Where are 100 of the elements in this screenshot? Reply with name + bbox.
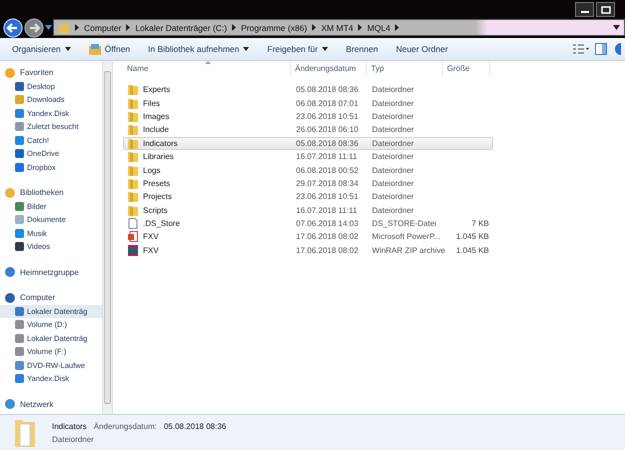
location-icon <box>14 360 25 371</box>
location-icon <box>14 228 25 239</box>
history-caret-icon[interactable] <box>45 25 52 30</box>
maximize-button[interactable] <box>596 2 615 17</box>
file-row[interactable]: Images 23.06.2018 10:51 Dateiordner <box>123 110 493 124</box>
location-icon <box>14 162 25 173</box>
chevron-icon <box>357 24 364 31</box>
folder-icon <box>128 124 138 136</box>
file-row[interactable]: Projects 23.06.2018 10:51 Dateiordner <box>123 190 493 204</box>
modified-date: 29.07.2018 08:34 <box>296 178 358 188</box>
file-name: Scripts <box>143 206 168 215</box>
file-row[interactable]: Indicators 05.08.2018 08:36 Dateiordner <box>123 136 493 150</box>
modified-date: 17.06.2018 08:02 <box>296 246 358 255</box>
file-name: .DS_Store <box>143 219 180 228</box>
file-size: 1.045 KB <box>456 232 489 242</box>
breadcrumb-item[interactable]: MQL4 <box>367 22 390 32</box>
date-label: Änderungsdatum: <box>94 422 157 430</box>
folder-icon <box>128 204 138 216</box>
dropdown-caret-icon[interactable] <box>613 25 620 30</box>
toolbar-button[interactable]: Neuer Ordner <box>390 42 454 56</box>
file-name: Experts <box>143 85 170 94</box>
sidebar-group[interactable]: Favoriten <box>0 66 102 80</box>
file-row[interactable]: FXV 17.06.2018 08:02 WinRAR ZIP archive 1.045 KB <box>123 244 493 258</box>
scrollbar[interactable] <box>102 61 112 414</box>
file-type: DS_STORE-Datei <box>372 219 436 228</box>
folder-icon <box>128 138 138 149</box>
location-icon <box>14 319 25 330</box>
modified-date: 05.08.2018 08:36 <box>296 138 358 148</box>
toolbar-button[interactable]: In Bibliothek aufnehmen <box>142 42 256 56</box>
sidebar-group[interactable]: Heimnetzgruppe <box>0 266 102 279</box>
file-row[interactable]: Scripts 16.07.2018 11:11 Dateiordner <box>123 204 493 217</box>
back-icon[interactable] <box>3 18 23 38</box>
column-header[interactable]: Typ <box>367 61 443 76</box>
sidebar-group[interactable]: Netzwerk <box>0 398 102 411</box>
sidebar-group[interactable]: Computer <box>0 291 102 304</box>
location-icon <box>14 214 25 226</box>
forward-icon[interactable] <box>24 18 44 38</box>
file-icon <box>128 218 138 230</box>
archive-icon <box>128 244 138 256</box>
file-type: Microsoft PowerP... <box>372 232 440 242</box>
modified-date: 06.08.2018 00:52 <box>296 166 358 175</box>
toolbar-button[interactable]: Brennen <box>340 42 384 56</box>
file-name: Indicators <box>143 138 178 148</box>
file-size: 1.045 KB <box>456 246 489 255</box>
folder-icon <box>128 110 138 122</box>
folder-icon <box>128 98 138 109</box>
file-row[interactable]: Presets 29.07.2018 08:34 Dateiordner <box>123 176 493 190</box>
file-type: Dateiordner <box>372 178 414 188</box>
modified-date: 23.06.2018 10:51 <box>296 112 358 121</box>
breadcrumb-item[interactable]: XM MT4 <box>321 22 354 32</box>
minimize-button[interactable] <box>575 2 594 17</box>
column-header[interactable]: Änderungsdatum <box>291 61 367 76</box>
address-bar[interactable]: Computer Lokaler Datenträger (C:) Programme (x86) XM MT4 MQL4 <box>53 19 625 36</box>
file-row[interactable]: Experts 05.08.2018 08:36 Dateiordner <box>123 83 493 96</box>
file-row[interactable]: FXV 17.06.2018 08:02 Microsoft PowerP... 1.045 KB <box>123 230 493 244</box>
preview-pane-icon[interactable] <box>595 43 607 55</box>
toolbar-button[interactable]: Öffnen <box>82 42 136 56</box>
modified-date: 06.08.2018 07:01 <box>296 98 358 108</box>
toolbar-button[interactable]: Organisieren <box>6 42 77 56</box>
location-icon <box>14 80 25 92</box>
view-options-icon[interactable] <box>573 44 589 54</box>
modified-date: 16.07.2018 11:11 <box>296 206 358 215</box>
location-icon <box>14 373 25 384</box>
item-name: Indicators <box>52 422 87 430</box>
file-row[interactable]: Include 26.06.2018 06:10 Dateiordner <box>123 123 493 137</box>
file-name: Logs <box>143 166 160 175</box>
file-name: Presets <box>143 178 170 188</box>
file-name: Libraries <box>143 152 174 162</box>
folder-icon <box>58 22 70 34</box>
file-row[interactable]: Logs 06.08.2018 00:52 Dateiordner <box>123 163 493 177</box>
maximize-icon <box>600 6 610 14</box>
sidebar-group[interactable]: Bibliotheken <box>0 186 102 200</box>
location-icon <box>14 332 25 344</box>
folder-icon <box>128 178 138 189</box>
column-header[interactable]: Größe <box>443 61 490 76</box>
file-type: Dateiordner <box>372 138 414 148</box>
location-icon <box>14 241 25 252</box>
location-icon <box>14 148 25 160</box>
breadcrumb-item[interactable]: Lokaler Datenträger (C:) <box>135 22 227 32</box>
location-icon <box>14 134 25 146</box>
folder-icon <box>128 191 138 202</box>
file-type: Dateiordner <box>372 206 414 215</box>
file-row[interactable]: .DS_Store 07.06.2018 14:03 DS_STORE-Datei 7 KB <box>123 216 493 230</box>
file-name: Files <box>143 98 160 108</box>
sort-arrow-icon <box>205 61 211 64</box>
chevron-icon <box>230 24 237 31</box>
folder-icon <box>128 164 138 176</box>
breadcrumb-item[interactable]: Programme (x86) <box>240 22 308 32</box>
breadcrumb-item[interactable]: Computer <box>84 22 122 32</box>
file-type: Dateiordner <box>372 152 414 162</box>
location-icon <box>14 306 25 317</box>
file-row[interactable]: Libraries 16.07.2018 11:11 Dateiordner <box>123 150 493 164</box>
toolbar-button[interactable]: Freigeben für <box>261 42 334 56</box>
file-type: Dateiordner <box>372 85 414 94</box>
folder-icon <box>128 84 138 96</box>
location-icon <box>14 200 25 212</box>
file-type: Dateiordner <box>372 192 414 202</box>
chevron-icon <box>125 24 132 31</box>
file-row[interactable]: Files 06.08.2018 07:01 Dateiordner <box>123 96 493 110</box>
file-size: 7 KB <box>472 219 489 228</box>
